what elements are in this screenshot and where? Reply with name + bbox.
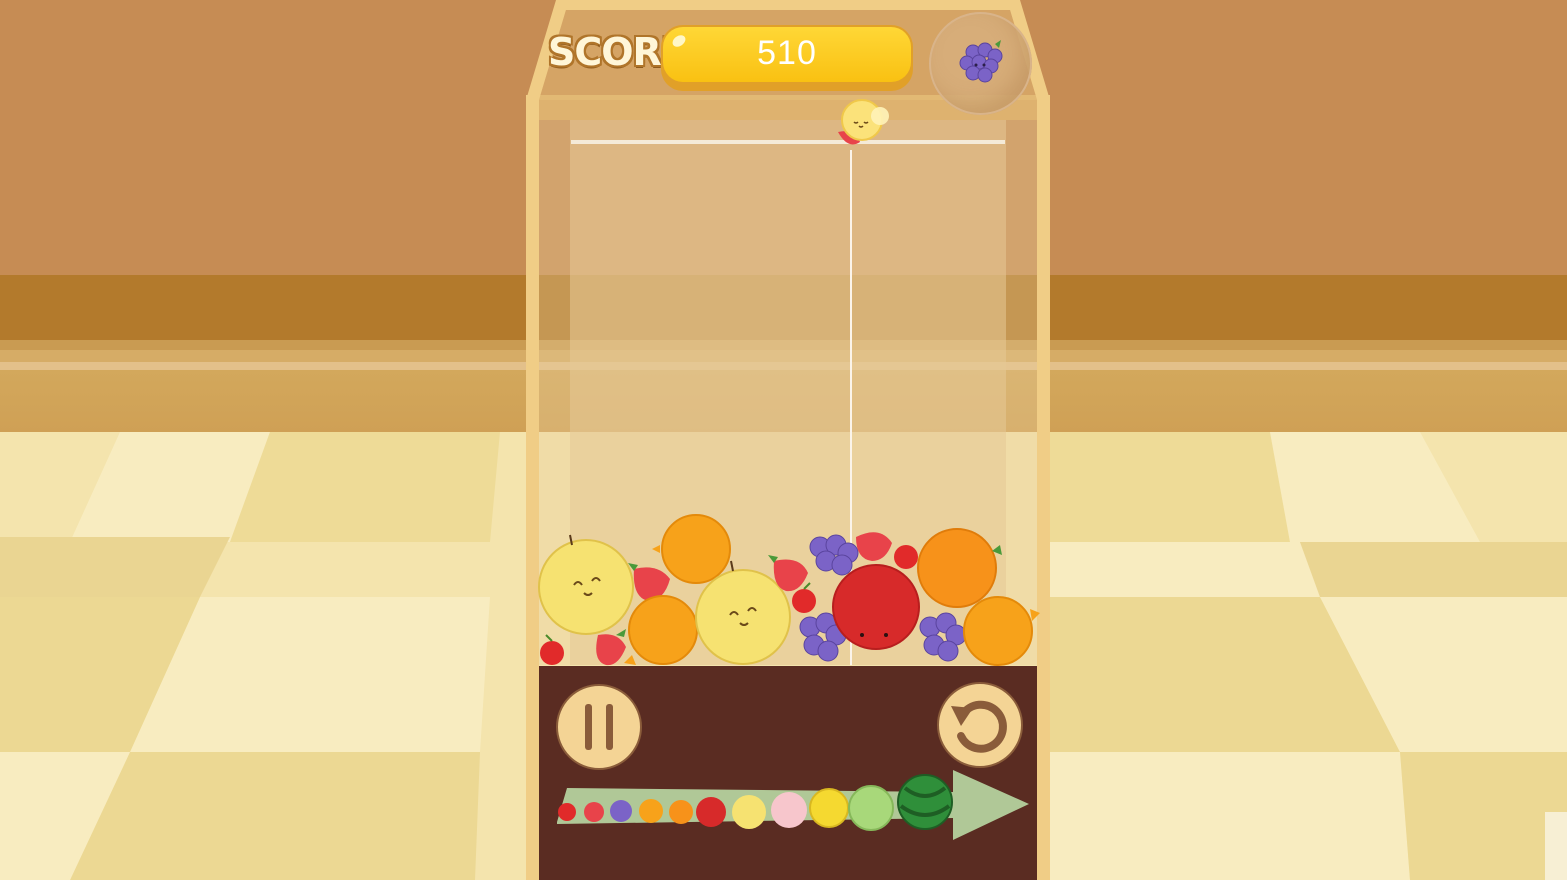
fruit-apple (832, 564, 920, 650)
evo-melon (848, 785, 894, 831)
fruit-strawberry (856, 532, 892, 561)
evo-orange (669, 800, 693, 824)
fruit-grape (919, 612, 967, 662)
fruit-pear (538, 534, 634, 635)
score-value: 510 (757, 34, 817, 72)
next-fruit-grape-icon (959, 40, 1003, 83)
pause-icon (585, 704, 613, 750)
evo-strawberry (584, 802, 604, 822)
evo-grape (610, 800, 632, 822)
held-fruit-icon (838, 99, 889, 145)
evo-cherry (558, 803, 576, 821)
evo-dekopon (639, 799, 663, 823)
evo-pear (732, 795, 766, 829)
restart-button[interactable] (937, 682, 1023, 768)
fruit-strawberry (596, 629, 626, 666)
evo-peach (771, 792, 807, 828)
evo-apple (696, 797, 726, 827)
fruit-evolution-chart (557, 770, 1029, 840)
restart-icon (951, 700, 1007, 753)
fruit-cherry (894, 545, 918, 569)
danger-line (571, 140, 1005, 144)
fruit-pile (538, 514, 1040, 666)
fruit-grape (809, 534, 859, 576)
fruit-cherry (540, 634, 564, 665)
evo-pineapple (809, 788, 849, 828)
fruit-orange (624, 595, 698, 665)
evo-watermelon (897, 774, 953, 830)
pause-button[interactable] (556, 684, 642, 770)
fruit-orange (917, 528, 1002, 608)
fruit-orange (963, 596, 1040, 666)
